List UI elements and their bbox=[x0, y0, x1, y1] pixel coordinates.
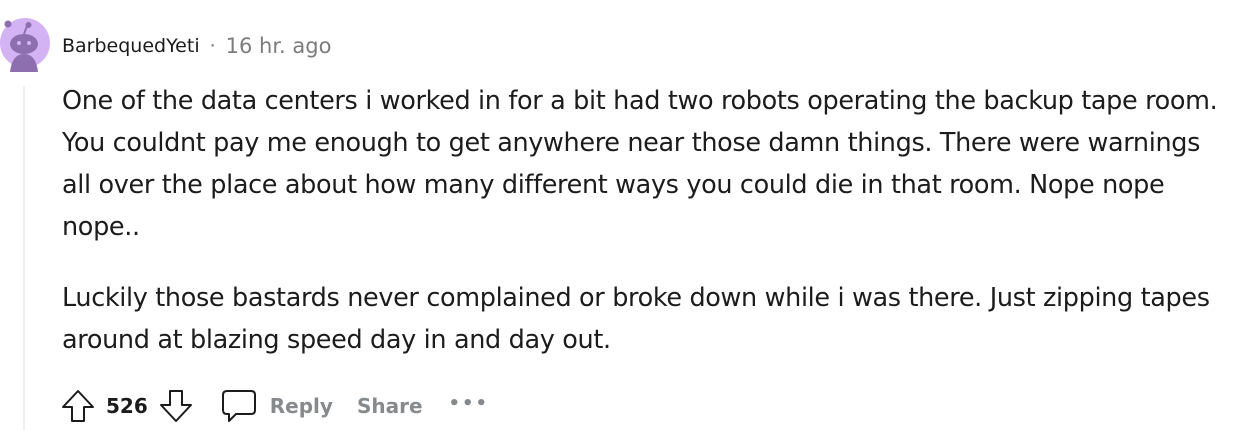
timestamp[interactable]: 16 hr. ago bbox=[226, 34, 332, 58]
speech-bubble-icon bbox=[221, 390, 256, 422]
snoo-avatar-icon bbox=[0, 18, 50, 72]
comment-actions: 526 Reply Share ••• bbox=[60, 384, 489, 428]
share-button[interactable]: Share bbox=[357, 394, 423, 418]
meta-separator: · bbox=[209, 35, 216, 57]
comment-paragraph: Luckily those bastards never complained … bbox=[62, 283, 1210, 355]
reply-button[interactable]: Reply bbox=[220, 388, 333, 424]
author-name[interactable]: BarbequedYeti bbox=[62, 35, 200, 57]
thread-line[interactable] bbox=[23, 86, 25, 430]
downvote-button[interactable] bbox=[158, 388, 194, 424]
arrow-up-icon bbox=[62, 390, 94, 422]
comment: BarbequedYeti · 16 hr. ago One of the da… bbox=[0, 0, 1234, 430]
avatar[interactable] bbox=[0, 14, 50, 72]
upvote-button[interactable] bbox=[60, 388, 96, 424]
ellipsis-icon[interactable]: ••• bbox=[449, 393, 490, 420]
arrow-down-icon bbox=[159, 390, 192, 422]
comment-meta: BarbequedYeti · 16 hr. ago bbox=[62, 30, 331, 62]
comment-paragraph: One of the data centers i worked in for … bbox=[62, 86, 1218, 242]
vote-count: 526 bbox=[106, 394, 148, 418]
comment-body: One of the data centers i worked in for … bbox=[62, 80, 1230, 361]
reply-label: Reply bbox=[269, 394, 333, 418]
